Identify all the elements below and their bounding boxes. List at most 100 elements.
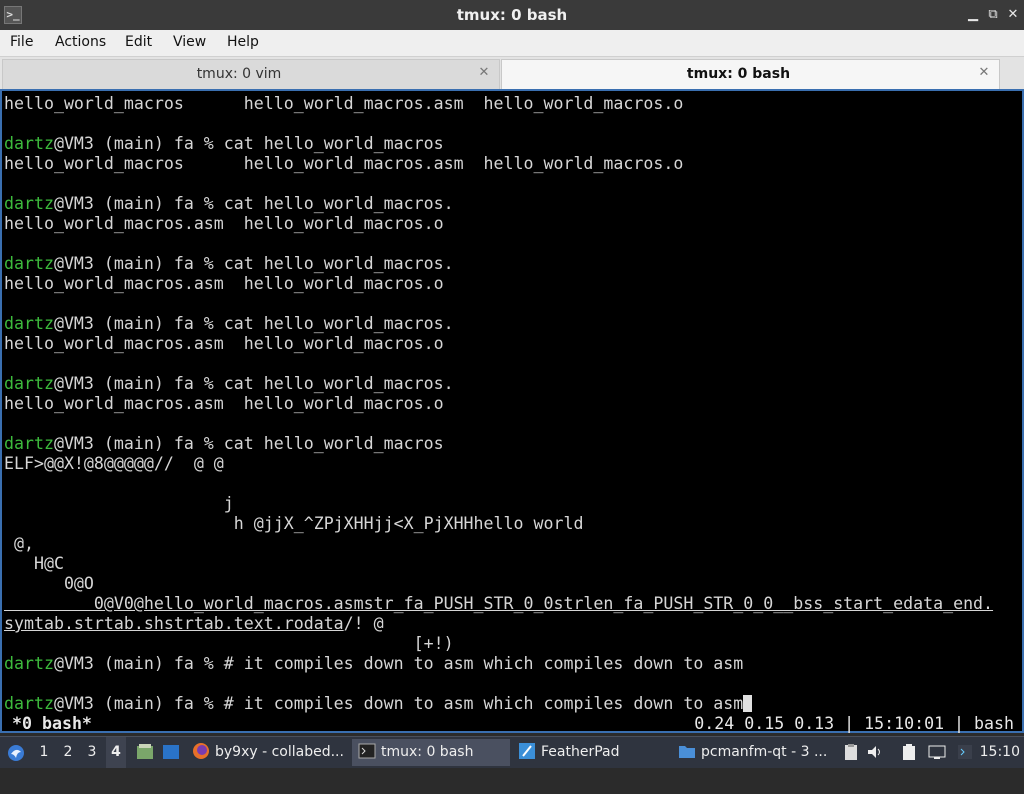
line-text: hello_world_macros.asm hello_world_macro… — [4, 394, 444, 413]
terminal-icon — [358, 743, 376, 759]
taskbar: 1 2 3 4 by9xy - collabed... tmux: 0 bash… — [0, 736, 1024, 768]
terminal-line: h @jjX_^ZPjXHHjj<X_PjXHHhello world — [4, 514, 584, 534]
terminal-line: dartz@VM3 (main) fa % # it compiles down… — [4, 694, 753, 714]
line-text: hello_world_macros.asm hello_world_macro… — [4, 334, 444, 353]
prompt-user: dartz — [4, 314, 54, 333]
task-label: tmux: 0 bash — [381, 744, 474, 760]
clipboard-icon[interactable] — [842, 743, 860, 761]
featherpad-icon — [519, 743, 535, 759]
line-text: @VM3 (main) fa % cat hello_world_macros — [53, 434, 444, 453]
tab-bash[interactable]: tmux: 0 bash ✕ — [501, 59, 1000, 89]
tab-label: tmux: 0 bash — [686, 66, 791, 82]
line-text: h @jjX_^ZPjXHHjj<X_PjXHHhello world — [4, 514, 584, 533]
terminal-line: dartz@VM3 (main) fa % cat hello_world_ma… — [4, 314, 454, 334]
minimize-icon[interactable]: ▁ — [964, 6, 982, 24]
tmux-status-right: 0.24 0.15 0.13 | 15:10:01 | bash — [694, 714, 1014, 733]
line-text: hello_world_macros hello_world_macros.as… — [4, 154, 684, 173]
terminal-line: hello_world_macros.asm hello_world_macro… — [4, 274, 444, 294]
task-featherpad[interactable]: FeatherPad — [514, 739, 670, 766]
tab-label: tmux: 0 vim — [196, 66, 282, 82]
terminal-line: dartz@VM3 (main) fa % cat hello_world_ma… — [4, 434, 444, 454]
line-text: j — [4, 494, 234, 513]
terminal-line: hello_world_macros hello_world_macros.as… — [4, 154, 683, 174]
terminal-line: dartz@VM3 (main) fa % cat hello_world_ma… — [4, 194, 454, 214]
task-label: by9xy - collabed... — [215, 744, 344, 760]
line-text: hello_world_macros hello_world_macros.as… — [4, 94, 684, 113]
prompt-user: dartz — [4, 434, 54, 453]
tab-bar: tmux: 0 vim ✕ tmux: 0 bash ✕ — [0, 57, 1024, 89]
network-icon[interactable] — [928, 743, 946, 761]
tmux-status-bar: *0 bash* 0.24 0.15 0.13 | 15:10:01 | bas… — [4, 714, 1020, 734]
tab-vim[interactable]: tmux: 0 vim ✕ — [2, 59, 500, 89]
terminal-line: hello_world_macros hello_world_macros.as… — [4, 94, 683, 114]
menu-view[interactable]: View — [173, 34, 206, 50]
terminal-line: dartz@VM3 (main) fa % # it compiles down… — [4, 654, 743, 674]
line-text: @, — [4, 534, 34, 553]
line-text: ELF>@@X!@8@@@@@// @ @ — [4, 454, 224, 473]
line-text: @VM3 (main) fa % cat hello_world_macros. — [53, 374, 454, 393]
start-menu-icon[interactable] — [6, 737, 28, 768]
terminal-line: ELF>@@X!@8@@@@@// @ @ — [4, 454, 224, 474]
line-text: hello_world_macros.asm hello_world_macro… — [4, 274, 444, 293]
line-text: @VM3 (main) fa % cat hello_world_macros. — [53, 194, 454, 213]
close-icon[interactable]: ✕ — [477, 66, 491, 80]
terminal-line: 0@O — [4, 574, 94, 594]
file-manager-launcher-icon[interactable] — [136, 743, 154, 761]
close-icon[interactable]: ✕ — [977, 66, 991, 80]
terminal-line: @, — [4, 534, 34, 554]
clock: 15:10 — [979, 744, 1020, 760]
line-text: @VM3 (main) fa % # it compiles down to a… — [53, 654, 744, 673]
prompt-user: dartz — [4, 694, 54, 713]
line-text: 0@V0@hello_world_macros.asmstr_fa_PUSH_S… — [4, 594, 994, 613]
folder-icon — [679, 746, 695, 758]
terminal-tray-icon[interactable] — [956, 743, 974, 761]
prompt-user: dartz — [4, 194, 54, 213]
show-desktop-icon[interactable] — [162, 743, 180, 761]
menu-bar: File Actions Edit View Help — [0, 30, 1024, 57]
line-text: @VM3 (main) fa % cat hello_world_macros. — [53, 254, 454, 273]
terminal-line: dartz@VM3 (main) fa % cat hello_world_ma… — [4, 254, 454, 274]
workspace-3[interactable]: 3 — [82, 737, 102, 768]
terminal-line: H@C — [4, 554, 64, 574]
text-cursor — [743, 695, 753, 712]
terminal-line: symtab.strtab.shstrtab.text.rodata/! @ — [4, 614, 384, 634]
battery-icon[interactable] — [900, 743, 918, 761]
task-pcmanfm[interactable]: pcmanfm-qt - 3 ... — [674, 739, 830, 766]
prompt-user: dartz — [4, 374, 54, 393]
firefox-icon — [193, 743, 209, 759]
tmux-window-list[interactable]: *0 bash* — [12, 714, 92, 734]
line-text: H@C — [4, 554, 64, 573]
menu-file[interactable]: File — [10, 34, 33, 50]
window-title: tmux: 0 bash — [456, 6, 568, 24]
menu-help[interactable]: Help — [227, 34, 259, 50]
line-text-tail: /! @ — [343, 614, 384, 633]
terminal-output[interactable]: hello_world_macros hello_world_macros.as… — [0, 89, 1024, 733]
line-text: @VM3 (main) fa % # it compiles down to a… — [53, 694, 744, 713]
task-terminal[interactable]: tmux: 0 bash — [352, 739, 510, 766]
workspace-1[interactable]: 1 — [34, 737, 54, 768]
task-label: pcmanfm-qt - 3 ... — [701, 744, 828, 760]
prompt-user: dartz — [4, 254, 54, 273]
title-bar: >_ tmux: 0 bash ▁ ⧉ ✕ — [0, 0, 1024, 30]
terminal-line: dartz@VM3 (main) fa % cat hello_world_ma… — [4, 374, 454, 394]
terminal-line: j — [4, 494, 234, 514]
volume-icon[interactable] — [866, 743, 884, 761]
restore-icon[interactable]: ⧉ — [984, 6, 1002, 24]
terminal-line: 0@V0@hello_world_macros.asmstr_fa_PUSH_S… — [4, 594, 993, 614]
task-firefox[interactable]: by9xy - collabed... — [192, 739, 348, 766]
line-text: symtab.strtab.shstrtab.text.rodata — [4, 614, 344, 633]
line-text: @VM3 (main) fa % cat hello_world_macros — [53, 134, 444, 153]
workspace-2[interactable]: 2 — [58, 737, 78, 768]
line-text: hello_world_macros.asm hello_world_macro… — [4, 214, 444, 233]
close-icon[interactable]: ✕ — [1004, 6, 1022, 24]
terminal-line: hello_world_macros.asm hello_world_macro… — [4, 334, 444, 354]
task-label: FeatherPad — [541, 744, 620, 760]
prompt-user: dartz — [4, 134, 54, 153]
terminal-line: dartz@VM3 (main) fa % cat hello_world_ma… — [4, 134, 444, 154]
workspace-4[interactable]: 4 — [106, 737, 126, 768]
menu-actions[interactable]: Actions — [55, 34, 106, 50]
line-text: [+!) — [4, 634, 454, 653]
terminal-line: [+!) — [4, 634, 454, 654]
menu-edit[interactable]: Edit — [125, 34, 152, 50]
line-text: @VM3 (main) fa % cat hello_world_macros. — [53, 314, 454, 333]
